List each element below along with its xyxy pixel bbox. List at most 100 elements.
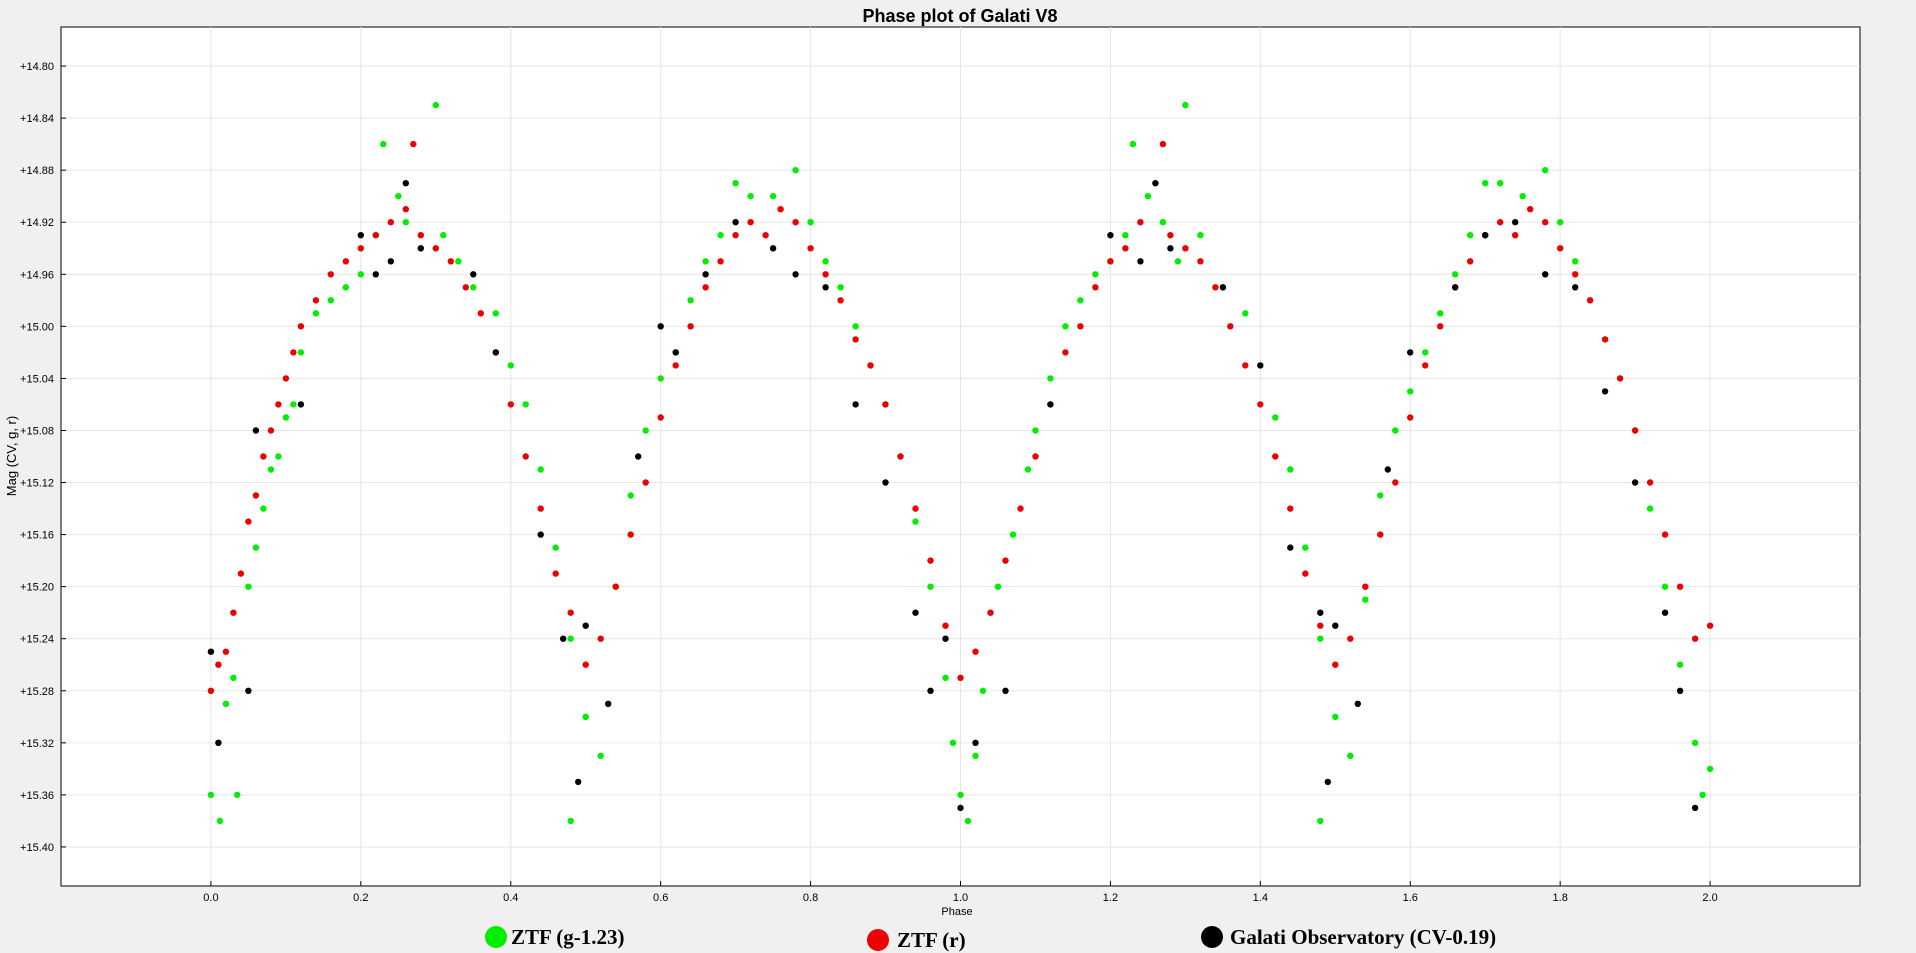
- ztf-g-point: [567, 817, 574, 825]
- ztf-g-point: [627, 492, 634, 499]
- ztf-g-point: [912, 518, 919, 525]
- ztf-g-point: [747, 193, 754, 200]
- ztf-r-point: [1392, 479, 1399, 486]
- legend-marker-ztf-g: [485, 926, 507, 948]
- galati-point: [1354, 700, 1362, 707]
- phase-plot-chart: +14.80 +14.84 +14.88 +14.92 +14.96 +15.00 +15.…: [0, 0, 1916, 953]
- ztf-g-point: [1174, 258, 1182, 265]
- ztf-g-point: [275, 453, 282, 460]
- ztf-g-point: [380, 140, 387, 148]
- legend-label-galati: Galati Observatory (CV-0.19): [1230, 925, 1496, 949]
- ztf-g-point: [402, 219, 409, 226]
- ztf-g-point: [822, 258, 829, 265]
- ztf-g-point: [267, 466, 275, 473]
- ztf-g-point: [1392, 427, 1399, 434]
- ztf-g-point: [1467, 232, 1474, 239]
- ztf-g-point: [1699, 791, 1706, 799]
- galati-point: [792, 271, 799, 278]
- ztf-r-point: [762, 232, 769, 239]
- ztf-g-point: [260, 505, 267, 512]
- legend-item-galati: Galati Observatory (CV-0.19): [1201, 925, 1496, 949]
- ztf-g-point: [1129, 140, 1137, 148]
- y-tick-label: +15.32: [20, 738, 54, 750]
- galati-point: [972, 739, 979, 746]
- ztf-r-point: [1002, 557, 1009, 564]
- galati-point: [357, 232, 364, 239]
- ztf-r-point: [357, 245, 364, 252]
- galati-point: [657, 323, 664, 330]
- ztf-r-point: [1062, 349, 1069, 356]
- ztf-r-point: [1332, 661, 1339, 668]
- ztf-r-point: [1362, 583, 1369, 590]
- ztf-g-point: [1646, 505, 1654, 512]
- ztf-r-point: [1212, 284, 1219, 291]
- galati-point: [245, 687, 252, 694]
- ztf-g-point: [582, 713, 589, 720]
- ztf-g-point: [1557, 219, 1564, 226]
- galati-point: [912, 609, 919, 616]
- ztf-g-point: [537, 466, 544, 473]
- ztf-r-point: [687, 323, 694, 330]
- ztf-r-point: [372, 232, 379, 239]
- ztf-g-point: [1032, 427, 1039, 434]
- ztf-r-point: [852, 336, 859, 343]
- ztf-r-point: [537, 505, 544, 512]
- ztf-g-point: [567, 635, 574, 642]
- ztf-g-point: [216, 817, 224, 825]
- ztf-r-point: [657, 414, 664, 421]
- ztf-g-point: [455, 258, 462, 265]
- ztf-r-point: [702, 284, 709, 291]
- galati-point: [1257, 362, 1264, 369]
- y-axis-label: Mag (CV, g, r): [4, 416, 19, 496]
- galati-point: [1482, 232, 1489, 239]
- ztf-r-point: [327, 271, 334, 278]
- ztf-g-point: [769, 193, 777, 200]
- ztf-r-point: [1017, 505, 1024, 512]
- ztf-r-point: [1437, 323, 1444, 330]
- ztf-r-point: [867, 362, 874, 369]
- galati-point: [1407, 349, 1414, 356]
- galati-point: [1219, 284, 1227, 291]
- ztf-r-point: [1242, 362, 1249, 369]
- ztf-g-point: [1122, 232, 1129, 239]
- ztf-g-point: [942, 674, 949, 681]
- ztf-r-point: [1497, 219, 1504, 226]
- ztf-r-point: [807, 245, 814, 252]
- ztf-g-point: [1542, 167, 1549, 174]
- ztf-r-point: [1092, 284, 1099, 291]
- galati-point: [252, 427, 260, 434]
- ztf-r-point: [1691, 635, 1699, 642]
- galati-point: [537, 531, 544, 538]
- ztf-r-point: [1182, 245, 1189, 252]
- y-tick-label: +15.36: [20, 790, 54, 802]
- ztf-g-point: [1272, 414, 1279, 421]
- galati-point: [1384, 466, 1392, 473]
- ztf-r-point: [612, 583, 619, 590]
- legend-item-ztf-r: ZTF (r): [867, 928, 966, 952]
- ztf-r-point: [252, 492, 260, 499]
- ztf-g-point: [1706, 765, 1714, 773]
- ztf-g-point: [852, 323, 859, 330]
- galati-point: [1691, 804, 1699, 812]
- ztf-r-point: [1122, 245, 1129, 252]
- ztf-r-point: [312, 297, 320, 304]
- ztf-g-point: [230, 674, 237, 681]
- ztf-r-point: [552, 570, 559, 577]
- ztf-r-point: [1422, 362, 1429, 369]
- ztf-g-point: [717, 232, 724, 239]
- galati-point: [402, 180, 409, 187]
- y-tick-label: +15.04: [20, 373, 54, 385]
- ztf-g-point: [1024, 466, 1032, 473]
- ztf-r-point: [1616, 375, 1624, 382]
- x-axis-label: Phase: [941, 906, 972, 918]
- x-tick-label: 1.0: [953, 892, 968, 904]
- ztf-r-point: [1467, 258, 1474, 265]
- ztf-g-point: [1407, 388, 1414, 395]
- ztf-r-point: [417, 232, 424, 239]
- ztf-g-point: [1422, 349, 1429, 356]
- ztf-g-point: [979, 687, 987, 694]
- y-tick-label: +14.84: [20, 113, 54, 125]
- ztf-g-point: [1362, 596, 1369, 603]
- galati-point: [927, 687, 934, 694]
- legend-label-ztf-r: ZTF (r): [897, 928, 966, 952]
